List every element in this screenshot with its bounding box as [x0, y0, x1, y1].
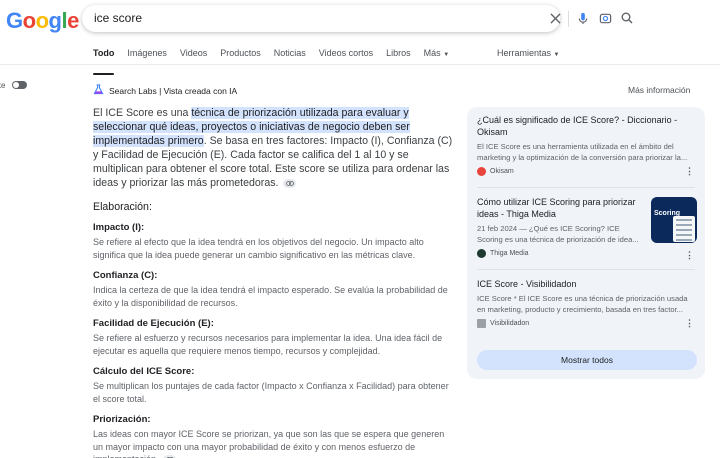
source-site-name: Okisam — [490, 168, 514, 175]
source-description: ICE Score * El ICE Score es una técnica … — [477, 294, 688, 314]
logo-letter: o — [35, 8, 49, 33]
item-heading: Confianza (C): — [93, 270, 158, 281]
summary-text: El ICE Score es una — [93, 107, 192, 119]
toggle-switch[interactable] — [12, 81, 27, 89]
flask-icon — [93, 84, 104, 97]
toggle-knob — [13, 82, 19, 88]
logo-letter: G — [6, 8, 23, 33]
item-text: Se refiere al esfuerzo y recursos necesa… — [93, 333, 443, 356]
tab-videos-cortos[interactable]: Videos cortos — [319, 48, 373, 68]
thiga-favicon-icon — [477, 249, 486, 258]
search-box[interactable]: ice score — [82, 5, 633, 32]
source-title[interactable]: ICE Score - Visibilidadon — [477, 278, 697, 290]
source-description: 21 feb 2024 — ¿Qué es ICE Scoring? ICE S… — [477, 224, 639, 244]
visibilidadon-favicon-icon — [477, 319, 486, 328]
tab-imagenes[interactable]: Imágenes — [127, 48, 167, 68]
item-heading: Cálculo del ICE Score: — [93, 366, 195, 377]
tab-productos[interactable]: Productos — [220, 48, 261, 68]
logo-letter: e — [67, 8, 79, 33]
more-options-icon[interactable]: ⋮ — [685, 318, 694, 329]
item-text-content: Las ideas con mayor ICE Score se prioriz… — [93, 429, 445, 458]
show-all-button[interactable]: Mostrar todos — [477, 350, 697, 370]
tab-videos[interactable]: Videos — [180, 48, 207, 68]
elaboration-heading: Elaboración: — [93, 201, 152, 213]
link-icon[interactable] — [283, 178, 297, 188]
search-icon[interactable] — [619, 10, 635, 26]
clear-icon[interactable] — [547, 10, 563, 26]
google-logo[interactable]: Google — [6, 8, 79, 34]
source-card[interactable]: ICE Score - Visibilidadon ICE Score * El… — [477, 278, 697, 328]
item-text: Las ideas con mayor ICE Score se prioriz… — [93, 428, 453, 458]
more-options-icon[interactable]: ⋮ — [685, 166, 694, 177]
source-site-name: Visibilidadon — [490, 320, 530, 327]
tools-label: Herramientas — [497, 48, 552, 58]
ai-overview: El ICE Score es una técnica de priorizac… — [93, 106, 453, 458]
source-site-name: Thiga Media — [490, 250, 529, 257]
ai-summary: El ICE Score es una técnica de priorizac… — [93, 106, 453, 190]
card-divider — [477, 187, 695, 188]
tools-menu[interactable]: Herramientas ▼ — [497, 48, 560, 58]
okisam-favicon-icon — [477, 167, 486, 176]
item-text: Se refiere al efecto que la idea tendrá … — [93, 237, 424, 260]
search-labs-label: Search Labs | Vista creada con IA — [109, 85, 238, 96]
source-thumbnail[interactable]: Scoring — [651, 197, 697, 243]
logo-letter: o — [22, 8, 36, 33]
header-divider — [0, 64, 720, 65]
more-options-icon[interactable]: ⋮ — [685, 250, 694, 261]
tab-libros[interactable]: Libros — [386, 48, 411, 68]
source-description: El ICE Score es una herramienta utilizad… — [477, 142, 688, 162]
item-text: Se multiplican los puntajes de cada fact… — [93, 381, 449, 404]
item-heading: Priorización: — [93, 414, 151, 425]
item-heading: Impacto (I): — [93, 222, 145, 233]
lens-icon[interactable] — [597, 10, 613, 26]
dropdown-arrow-icon: ▼ — [443, 52, 450, 58]
search-tabs: Todo Imágenes Videos Productos Noticias … — [93, 48, 462, 75]
source-site: Visibilidadon — [477, 319, 697, 328]
tab-mas-label: Más — [423, 48, 441, 58]
tab-noticias[interactable]: Noticias — [274, 48, 306, 68]
logo-letter: g — [48, 8, 62, 33]
microphone-icon[interactable] — [575, 10, 591, 26]
source-card[interactable]: Cómo utilizar ICE Scoring para priorizar… — [477, 196, 647, 258]
card-divider — [477, 269, 695, 270]
dropdown-arrow-icon: ▼ — [553, 52, 560, 58]
source-site: Thiga Media — [477, 249, 647, 258]
source-title[interactable]: Cómo utilizar ICE Scoring para priorizar… — [477, 196, 647, 220]
more-info-link[interactable]: Más información — [628, 85, 690, 95]
toggle-label: ke — [0, 81, 6, 90]
source-card[interactable]: ¿Cuál es significado de ICE Score? - Dic… — [477, 114, 697, 176]
source-title[interactable]: ¿Cuál es significado de ICE Score? - Dic… — [477, 114, 697, 138]
tab-todo[interactable]: Todo — [93, 48, 115, 75]
search-input[interactable]: ice score — [94, 11, 142, 25]
search-labs-header: Search Labs | Vista creada con IA — [93, 84, 237, 97]
tab-mas[interactable]: Más ▼ — [424, 48, 449, 68]
thumbnail-page — [673, 216, 695, 242]
separator — [568, 11, 569, 27]
sources-panel: ¿Cuál es significado de ICE Score? - Dic… — [467, 107, 705, 379]
source-site: Okisam — [477, 167, 697, 176]
item-heading: Facilidad de Ejecución (E): — [93, 318, 214, 329]
item-text: Indica la certeza de que la idea tendrá … — [93, 285, 448, 308]
